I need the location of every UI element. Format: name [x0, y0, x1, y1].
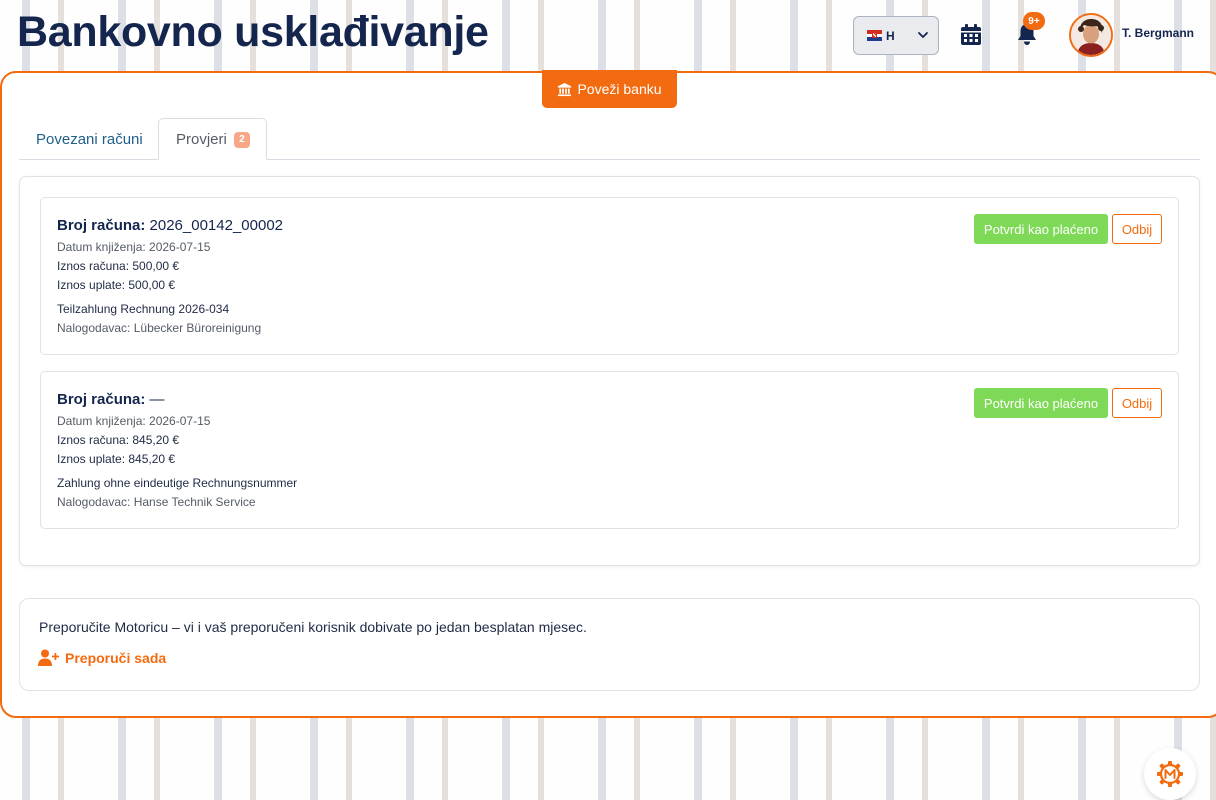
language-select[interactable]: H — [853, 16, 939, 55]
user-plus-icon — [38, 649, 59, 666]
tab-connected-accounts[interactable]: Povezani računi — [20, 118, 159, 160]
invoice-number: Broj računa: — — [57, 391, 165, 408]
tab-label: Povezani računi — [36, 130, 143, 148]
user-name[interactable]: T. Bergmann — [1122, 26, 1194, 40]
booking-date: Datum knjiženja: 2026-07-15 — [57, 414, 211, 428]
booking-date: Datum knjiženja: 2026-07-15 — [57, 240, 211, 254]
tab-count-badge: 2 — [233, 132, 250, 148]
reject-button[interactable]: Odbij — [1112, 388, 1162, 418]
motorica-logo-icon — [1157, 761, 1183, 787]
tab-label: Provjeri — [176, 130, 227, 148]
invoice-amount: Iznos računa: 845,20 € — [57, 433, 180, 447]
payer: Nalogodavac: Hanse Technik Service — [57, 495, 256, 509]
invoice-number-label: Broj računa: — [57, 391, 146, 408]
page-title: Bankovno usklađivanje — [17, 8, 489, 56]
croatia-flag-icon — [867, 30, 882, 41]
top-header: Bankovno usklađivanje H 9+ T. Bergmann — [0, 0, 1216, 70]
referral-card: Preporučite Motoricu – vi i vaš preporuč… — [19, 598, 1200, 691]
payment-reference: Zahlung ohne eindeutige Rechnungsnummer — [57, 476, 298, 490]
user-portrait-icon — [1071, 15, 1111, 55]
payment-amount: Iznos uplate: 845,20 € — [57, 452, 176, 466]
invoice-number-value: — — [149, 391, 165, 408]
invoice-number: Broj računa: 2026_00142_00002 — [57, 217, 283, 234]
language-code: H — [886, 28, 895, 43]
confirm-paid-button[interactable]: Potvrdi kao plaćeno — [974, 388, 1108, 418]
invoice-number-label: Broj računa: — [57, 217, 146, 234]
avatar[interactable] — [1069, 13, 1113, 57]
connect-bank-button[interactable]: Poveži banku — [542, 70, 677, 108]
payment-reference: Teilzahlung Rechnung 2026-034 — [57, 302, 230, 316]
reject-button[interactable]: Odbij — [1112, 214, 1162, 244]
support-button[interactable] — [1144, 748, 1196, 800]
bank-icon — [558, 82, 572, 96]
referral-text: Preporučite Motoricu – vi i vaš preporuč… — [39, 619, 587, 635]
chevron-down-icon — [918, 32, 928, 38]
refer-now-link[interactable]: Preporuči sada — [38, 649, 166, 666]
invoice-number-value: 2026_00142_00002 — [149, 217, 284, 234]
calendar-icon[interactable] — [958, 22, 984, 48]
notification-badge: 9+ — [1023, 12, 1045, 30]
tab-checks[interactable]: Provjeri 2 — [158, 118, 267, 160]
refer-now-label: Preporuči sada — [65, 649, 167, 666]
list-item: Broj računa: 2026_00142_00002 Datum knji… — [40, 197, 1179, 355]
payment-amount: Iznos uplate: 500,00 € — [57, 278, 176, 292]
list-item: Broj računa: — Datum knjiženja: 2026-07-… — [40, 371, 1179, 529]
payer: Nalogodavac: Lübecker Büroreinigung — [57, 321, 262, 335]
connect-bank-label: Poveži banku — [577, 81, 662, 97]
invoice-amount: Iznos računa: 500,00 € — [57, 259, 180, 273]
confirm-paid-button[interactable]: Potvrdi kao plaćeno — [974, 214, 1108, 244]
